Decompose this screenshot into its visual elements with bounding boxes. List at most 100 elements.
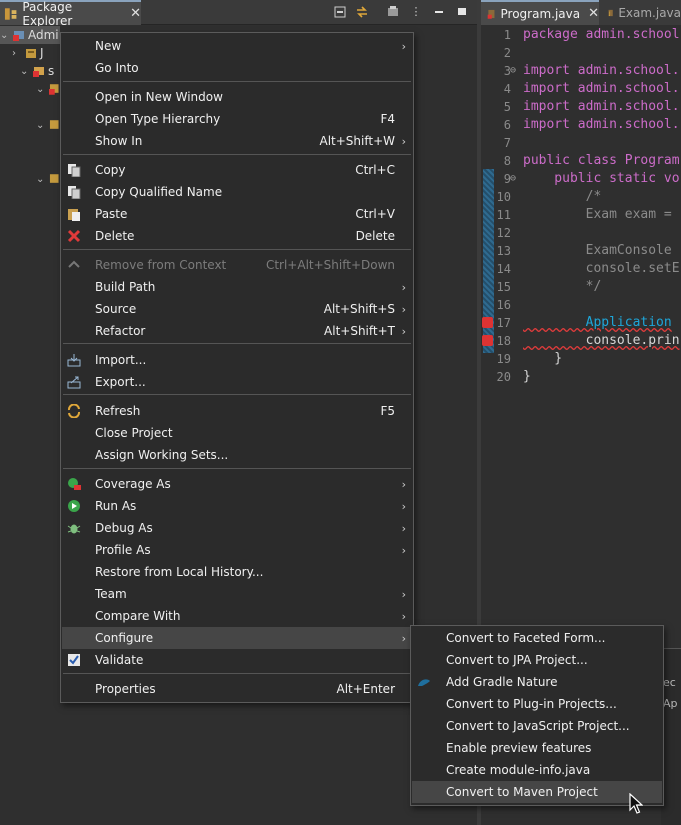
menu-item-label: Copy Qualified Name xyxy=(95,185,223,199)
code-line[interactable]: 19 } xyxy=(481,350,681,368)
tree-item-jre[interactable]: › J xyxy=(12,44,60,62)
code-line[interactable]: 11 Exam exam = xyxy=(481,206,681,224)
code-line[interactable]: 9 public static vo ⊖ xyxy=(481,170,681,188)
submenu-item-convert-to-maven-project[interactable]: Convert to Maven Project xyxy=(412,781,662,803)
code-line[interactable]: 15 */ xyxy=(481,278,681,296)
chevron-down-icon[interactable]: ⌄ xyxy=(36,174,46,185)
chevron-down-icon[interactable]: ⌄ xyxy=(20,66,30,77)
editor-tab-exam[interactable]: J Exam.java xyxy=(601,0,681,25)
code-line[interactable]: 12 xyxy=(481,224,681,242)
configure-submenu: Convert to Faceted Form... Convert to JPA… xyxy=(410,625,664,806)
chevron-down-icon[interactable]: ⌄ xyxy=(0,30,10,41)
menu-item-import[interactable]: Import... xyxy=(62,349,412,371)
menu-item-close-project[interactable]: Close Project xyxy=(62,422,412,444)
maximize-icon[interactable] xyxy=(455,5,469,19)
menu-item-team[interactable]: Team › xyxy=(62,583,412,605)
editor-tab-program[interactable]: Program.java ✕ xyxy=(481,0,599,25)
package-explorer-tab-label: Package Explorer xyxy=(22,0,73,28)
package-error-icon xyxy=(48,84,59,95)
minimize-icon[interactable] xyxy=(432,5,446,19)
code-line[interactable]: 3 import admin.school. ⊖ xyxy=(481,62,681,80)
chevron-down-icon[interactable]: ⌄ xyxy=(36,84,46,95)
close-icon[interactable]: ✕ xyxy=(588,6,599,21)
menu-item-open-in-new-window[interactable]: Open in New Window xyxy=(62,86,412,108)
tree-item-package[interactable]: ⌄ xyxy=(36,116,60,134)
menu-item-new[interactable]: New › xyxy=(62,35,412,57)
menu-item-label: Open in New Window xyxy=(95,90,223,104)
paste-icon xyxy=(67,207,81,221)
menu-item-shortcut: Ctrl+Alt+Shift+Down xyxy=(265,258,395,272)
error-marker-icon[interactable] xyxy=(482,317,493,328)
menu-item-copy-qualified-name[interactable]: Copy Qualified Name xyxy=(62,181,412,203)
menu-item-source[interactable]: Source Alt+Shift+S › xyxy=(62,298,412,320)
submenu-item-create-module-info-java[interactable]: Create module-info.java xyxy=(412,759,662,781)
tree-item-package[interactable]: ⌄ xyxy=(36,80,60,98)
chevron-right-icon[interactable]: › xyxy=(12,48,22,59)
package-explorer-tab[interactable]: Package Explorer ✕ xyxy=(0,0,141,28)
view-menu-icon[interactable]: ⋮ xyxy=(409,5,423,19)
menu-item-paste[interactable]: Paste Ctrl+V xyxy=(62,203,412,225)
code-line[interactable]: 4 import admin.school. xyxy=(481,80,681,98)
fold-collapse-icon[interactable]: ⊖ xyxy=(510,62,516,80)
code-line[interactable]: 18 console.prin xyxy=(481,332,681,350)
menu-item-coverage-as[interactable]: Coverage As › xyxy=(62,473,412,495)
line-number: 10 xyxy=(496,190,511,204)
menu-item-profile-as[interactable]: Profile As › xyxy=(62,539,412,561)
code-text: */ xyxy=(523,279,602,294)
fold-collapse-icon[interactable]: ⊖ xyxy=(510,170,516,188)
menu-item-copy[interactable]: Copy Ctrl+C xyxy=(62,159,412,181)
code-line[interactable]: 1 package admin.school xyxy=(481,26,681,44)
line-number: 12 xyxy=(496,226,511,240)
menu-item-show-in[interactable]: Show In Alt+Shift+W › xyxy=(62,130,412,152)
menu-item-shortcut: Alt+Enter xyxy=(336,682,395,696)
code-line[interactable]: 5 import admin.school. xyxy=(481,98,681,116)
line-number: 8 xyxy=(503,154,511,168)
code-line[interactable]: 2 xyxy=(481,44,681,62)
submenu-item-add-gradle-nature[interactable]: Add Gradle Nature xyxy=(412,671,662,693)
menu-item-refresh[interactable]: Refresh F5 xyxy=(62,400,412,422)
submenu-item-convert-to-javascript-project[interactable]: Convert to JavaScript Project... xyxy=(412,715,662,737)
code-line[interactable]: 8 public class Program xyxy=(481,152,681,170)
chevron-down-icon[interactable]: ⌄ xyxy=(36,120,46,131)
close-icon[interactable]: ✕ xyxy=(130,6,141,21)
menu-item-assign-working-sets[interactable]: Assign Working Sets... xyxy=(62,444,412,466)
menu-item-open-type-hierarchy[interactable]: Open Type Hierarchy F4 xyxy=(62,108,412,130)
delete-icon xyxy=(67,229,81,243)
code-line[interactable]: 17 Application xyxy=(481,314,681,332)
java-file-icon: J xyxy=(608,9,613,17)
link-with-editor-icon[interactable] xyxy=(355,5,369,19)
submenu-item-convert-to-plug-in-projects[interactable]: Convert to Plug-in Projects... xyxy=(412,693,662,715)
menu-item-properties[interactable]: Properties Alt+Enter xyxy=(62,678,412,700)
collapse-all-icon[interactable] xyxy=(333,5,347,19)
filters-icon[interactable] xyxy=(386,5,400,19)
submenu-item-convert-to-jpa-project[interactable]: Convert to JPA Project... xyxy=(412,649,662,671)
code-line[interactable]: 13 ExamConsole xyxy=(481,242,681,260)
tree-item-project[interactable]: ⌄ Admi xyxy=(0,26,60,44)
menu-item-restore-from-local-history[interactable]: Restore from Local History... xyxy=(62,561,412,583)
error-marker-icon[interactable] xyxy=(482,335,493,346)
menu-item-validate[interactable]: Validate xyxy=(62,649,412,671)
menu-separator xyxy=(63,468,411,469)
line-number: 11 xyxy=(496,208,511,222)
menu-item-delete[interactable]: Delete Delete xyxy=(62,225,412,247)
menu-item-build-path[interactable]: Build Path › xyxy=(62,276,412,298)
code-line[interactable]: 20} xyxy=(481,368,681,386)
code-line[interactable]: 10 /* xyxy=(481,188,681,206)
menu-item-refactor[interactable]: Refactor Alt+Shift+T › xyxy=(62,320,412,342)
menu-item-compare-with[interactable]: Compare With › xyxy=(62,605,412,627)
tree-item-package[interactable]: ⌄ xyxy=(36,170,60,188)
code-line[interactable]: 6 import admin.school. xyxy=(481,116,681,134)
menu-item-label: Configure xyxy=(95,631,154,645)
tree-item-src[interactable]: ⌄ s xyxy=(20,62,60,80)
menu-item-go-into[interactable]: Go Into xyxy=(62,57,412,79)
menu-item-configure[interactable]: Configure › xyxy=(62,627,412,649)
code-line[interactable]: 7 xyxy=(481,134,681,152)
menu-item-export[interactable]: Export... xyxy=(62,371,412,393)
submenu-item-convert-to-faceted-form[interactable]: Convert to Faceted Form... xyxy=(412,627,662,649)
code-line[interactable]: 14 console.setE xyxy=(481,260,681,278)
code-line[interactable]: 16 xyxy=(481,296,681,314)
submenu-item-enable-preview-features[interactable]: Enable preview features xyxy=(412,737,662,759)
menu-item-debug-as[interactable]: Debug As › xyxy=(62,517,412,539)
panel-text-fragment: Ap xyxy=(663,697,678,710)
menu-item-run-as[interactable]: Run As › xyxy=(62,495,412,517)
